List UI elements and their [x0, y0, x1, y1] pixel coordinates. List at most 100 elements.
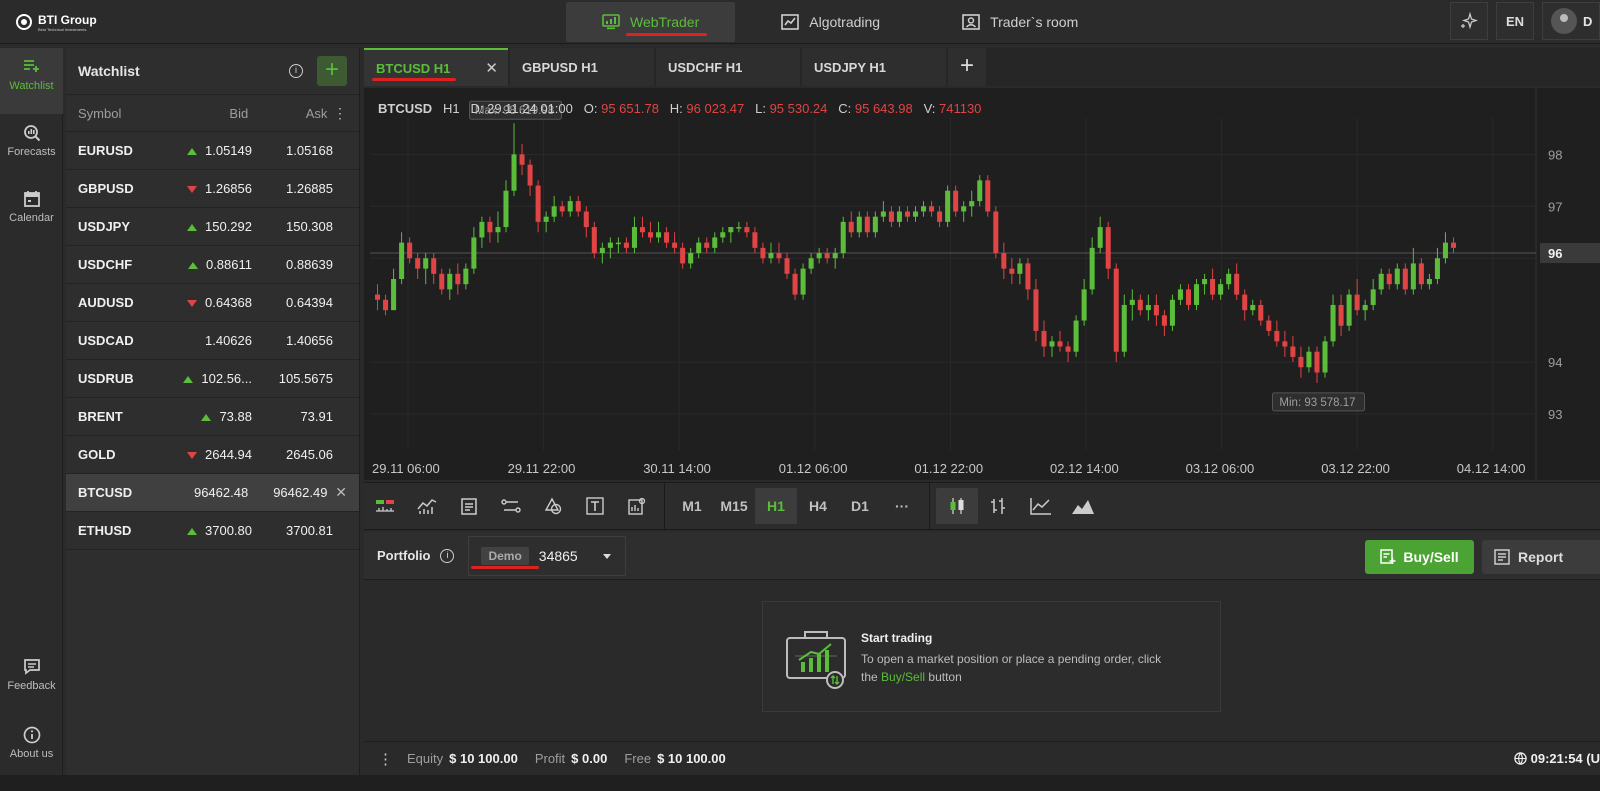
free-label: Free: [624, 751, 652, 766]
watchlist-row[interactable]: GBPUSD 1.26856 1.26885: [66, 170, 359, 208]
bars-chart-type-button[interactable]: [978, 488, 1020, 524]
candle-body: [993, 211, 999, 254]
empty-state-buy-sell-link[interactable]: Buy/Sell: [881, 670, 925, 684]
more-timeframes-button[interactable]: ···: [881, 488, 923, 524]
info-icon[interactable]: i: [440, 548, 455, 563]
sidebar-item-calendar[interactable]: Calendar: [0, 180, 63, 246]
add-chart-tab-button[interactable]: +: [948, 48, 986, 86]
candle-body: [680, 247, 686, 264]
add-symbol-button[interactable]: +: [317, 56, 347, 86]
candlestick-chart[interactable]: 98 97 96 94 93 29.11 06:00 29.11 22:00 30.11 14…: [364, 88, 1600, 480]
timeframe-d1[interactable]: D1: [839, 488, 881, 524]
symbol-cell: USDCHF: [78, 257, 133, 272]
timeframe-h4[interactable]: H4: [797, 488, 839, 524]
text-tool-button[interactable]: [574, 488, 616, 524]
events-button[interactable]: [448, 488, 490, 524]
candle-body: [1089, 247, 1095, 290]
bid-cell: 73.88: [168, 409, 252, 424]
candle-body: [912, 211, 919, 217]
watchlist-row[interactable]: USDCAD 1.40626 1.40656: [66, 322, 359, 360]
close-icon[interactable]: ✕: [485, 59, 498, 77]
chart-tab-usdjpy[interactable]: USDJPY H1: [802, 48, 946, 86]
candle-body: [583, 211, 589, 228]
x-tick-label: 29.11 06:00: [372, 461, 440, 476]
candle-body: [1113, 268, 1119, 352]
candle-body: [768, 253, 774, 259]
candles-chart-type-button[interactable]: [936, 488, 978, 524]
ask-cell: 1.40656: [286, 333, 333, 348]
watchlist-row[interactable]: GOLD 2644.94 2645.06: [66, 436, 359, 474]
close-icon[interactable]: ✕: [327, 484, 347, 501]
watchlist-row[interactable]: AUDUSD 0.64368 0.64394: [66, 284, 359, 322]
watchlist-row[interactable]: USDRUB 102.56... 105.5675: [66, 360, 359, 398]
chart-tab-gbpusd[interactable]: GBPUSD H1: [510, 48, 654, 86]
current-price-label: 96: [1548, 246, 1562, 261]
kebab-menu-icon[interactable]: ⋮: [378, 750, 393, 768]
report-button[interactable]: Report: [1482, 540, 1600, 574]
timeframe-m1[interactable]: M1: [671, 488, 713, 524]
bid-value: 1.26856: [205, 181, 252, 196]
candle-body: [479, 221, 485, 238]
watchlist-row[interactable]: BTCUSD 96462.48 96462.49 ✕: [66, 474, 359, 512]
arrow-down-icon: [187, 452, 197, 459]
sidebar-item-watchlist[interactable]: Watchlist: [0, 48, 63, 114]
candle-body: [615, 242, 621, 245]
candle-body: [977, 180, 983, 202]
chart-settings-button[interactable]: [616, 488, 658, 524]
candle-body: [1314, 351, 1320, 373]
account-select[interactable]: Demo 34865: [468, 535, 627, 576]
bid-value: 73.88: [219, 409, 252, 424]
text-tool-icon: [586, 497, 604, 515]
sidebar-item-forecasts[interactable]: Forecasts: [0, 114, 63, 180]
brand-tagline: Best Technical Investments: [38, 27, 87, 32]
sidebar-item-feedback[interactable]: Feedback: [0, 658, 63, 692]
watchlist-row[interactable]: ETHUSD 3700.80 3700.81: [66, 512, 359, 550]
logo-mark-icon: [16, 14, 32, 30]
candle-body: [880, 211, 886, 217]
shapes-tool-button[interactable]: [532, 488, 574, 524]
line-chart-type-button[interactable]: [1020, 488, 1062, 524]
candle-body: [1169, 299, 1175, 326]
price-chart[interactable]: 98 97 96 94 93 29.11 06:00 29.11 22:00 30.11 14…: [364, 88, 1600, 480]
timeframe-m15[interactable]: M15: [713, 488, 755, 524]
ohlc-date: D: 29.11.24 01:00: [470, 101, 573, 116]
timeframe-h1[interactable]: H1: [755, 488, 797, 524]
candle-body: [463, 268, 469, 285]
candle-body: [704, 242, 710, 248]
watchlist-row[interactable]: USDJPY 150.292 150.308: [66, 208, 359, 246]
y-tick-label: 97: [1548, 199, 1562, 214]
brand-logo[interactable]: BTI Group Best Technical Investments: [16, 12, 97, 32]
nav-tab-label: WebTrader: [630, 14, 700, 30]
candle-body: [1410, 263, 1416, 290]
candle-body: [567, 201, 573, 212]
user-menu-button[interactable]: D: [1542, 2, 1600, 40]
candle-body: [1065, 346, 1071, 352]
area-chart-type-button[interactable]: [1062, 488, 1104, 524]
x-tick-label: 04.12 14:00: [1457, 461, 1526, 476]
watchlist-row[interactable]: USDCHF 0.88611 0.88639: [66, 246, 359, 284]
candle-body: [1346, 294, 1352, 326]
indicators-button[interactable]: [406, 488, 448, 524]
kebab-menu-icon[interactable]: ⋮: [327, 105, 347, 122]
indicator-bars-button[interactable]: [364, 488, 406, 524]
nav-tab-algotrading[interactable]: Algotrading: [745, 2, 916, 42]
sidebar-item-about[interactable]: About us: [0, 726, 63, 760]
bid-cell: 1.05149: [168, 143, 252, 158]
chart-tab-usdchf[interactable]: USDCHF H1: [656, 48, 800, 86]
buy-sell-button[interactable]: Buy/Sell: [1365, 540, 1474, 574]
watchlist-row[interactable]: BRENT 73.88 73.91: [66, 398, 359, 436]
language-button[interactable]: EN: [1496, 2, 1534, 40]
info-icon[interactable]: i: [289, 64, 303, 78]
chart-tab-btcusd[interactable]: BTCUSD H1 ✕: [364, 48, 508, 86]
watchlist-row[interactable]: EURUSD 1.05149 1.05168: [66, 132, 359, 170]
nav-tab-webtrader[interactable]: WebTrader: [566, 2, 736, 42]
candle-body: [840, 221, 846, 254]
nav-tab-traders-room[interactable]: Trader`s room: [926, 2, 1114, 42]
arrow-up-icon: [201, 414, 212, 421]
sparkle-button[interactable]: [1450, 2, 1488, 40]
symbol-cell: USDRUB: [78, 371, 134, 386]
trendline-tool-button[interactable]: [490, 488, 532, 524]
column-bid: Bid: [229, 105, 249, 121]
ask-cell: 105.5675: [278, 371, 333, 386]
candle-body: [848, 221, 854, 233]
